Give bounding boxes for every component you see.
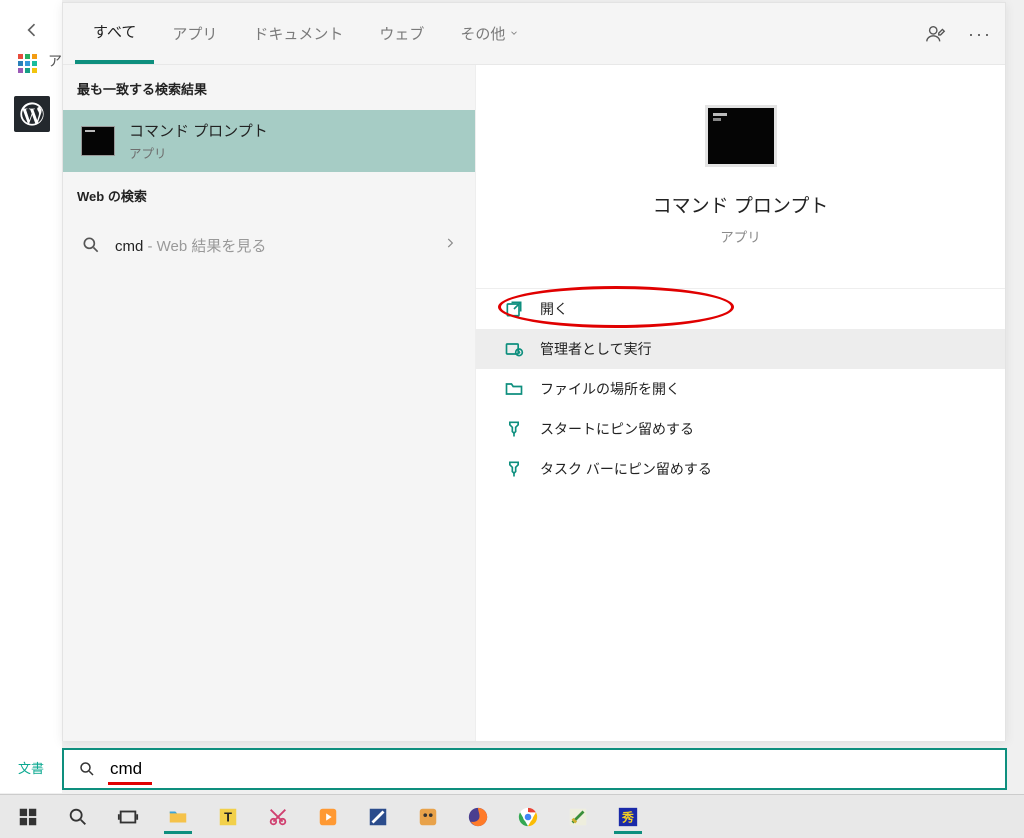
action-pin-to-taskbar[interactable]: タスク バーにピン留めする — [476, 449, 1005, 489]
action-run-as-admin-label: 管理者として実行 — [540, 339, 652, 359]
pin-icon — [504, 419, 524, 439]
preview-column: コマンド プロンプト アプリ 開く 管理者として実行 — [475, 65, 1005, 741]
tab-docs-label: ドキュメント — [253, 23, 343, 44]
taskbar-search-icon[interactable] — [58, 800, 98, 834]
result-subtitle: アプリ — [129, 143, 268, 162]
hidemaru-icon[interactable]: 秀 — [608, 800, 648, 834]
preview-subtitle: アプリ — [720, 226, 761, 246]
web-search-header: Web の検索 — [63, 172, 475, 217]
chevron-right-icon — [443, 236, 457, 255]
search-icon — [78, 760, 96, 778]
result-command-prompt[interactable]: コマンド プロンプト アプリ — [63, 110, 475, 172]
tab-apps[interactable]: アプリ — [154, 3, 235, 64]
task-view-icon[interactable] — [108, 800, 148, 834]
action-open-location-label: ファイルの場所を開く — [540, 379, 680, 399]
task-app-1-icon[interactable]: T — [208, 800, 248, 834]
tab-web[interactable]: ウェブ — [361, 3, 442, 64]
taskbar: T 秀 — [0, 794, 1024, 838]
media-player-icon[interactable] — [308, 800, 348, 834]
results-column: 最も一致する検索結果 コマンド プロンプト アプリ Web の検索 cmd - … — [63, 65, 475, 741]
chrome-icon[interactable] — [508, 800, 548, 834]
task-app-2-icon[interactable] — [408, 800, 448, 834]
more-options-icon[interactable]: ··· — [969, 23, 991, 45]
tab-all[interactable]: すべて — [75, 3, 154, 64]
search-panel: すべて アプリ ドキュメント ウェブ その他 ··· 最も一致する検索結果 コマ… — [62, 2, 1006, 741]
tab-documents[interactable]: ドキュメント — [235, 3, 361, 64]
background-docs-label: 文書 — [18, 758, 58, 777]
annotation-oval — [498, 286, 734, 328]
feedback-icon[interactable] — [925, 23, 947, 45]
folder-icon — [504, 379, 524, 399]
preview-app-icon — [705, 105, 777, 167]
tab-all-label: すべて — [93, 21, 136, 42]
task-app-3-icon[interactable] — [558, 800, 598, 834]
start-button[interactable] — [8, 800, 48, 834]
file-explorer-icon[interactable] — [158, 800, 198, 834]
tab-web-label: ウェブ — [379, 23, 424, 44]
pin-icon — [504, 459, 524, 479]
admin-icon — [504, 339, 524, 359]
web-result-query: cmd — [115, 238, 143, 255]
search-input[interactable] — [110, 759, 991, 779]
chevron-down-icon — [509, 25, 519, 42]
filter-tabs: すべて アプリ ドキュメント ウェブ その他 ··· — [63, 3, 1005, 65]
action-pin-taskbar-label: タスク バーにピン留めする — [540, 459, 712, 479]
back-button[interactable] — [20, 18, 44, 42]
apps-color-grid-icon[interactable] — [18, 54, 37, 73]
best-match-header: 最も一致する検索結果 — [63, 65, 475, 110]
search-box[interactable] — [62, 748, 1007, 790]
svg-text:T: T — [224, 809, 232, 824]
snip-tool-icon[interactable] — [258, 800, 298, 834]
action-open-file-location[interactable]: ファイルの場所を開く — [476, 369, 1005, 409]
search-icon — [81, 235, 101, 255]
web-result-hint: - Web 結果を見る — [143, 238, 266, 255]
result-title: コマンド プロンプト — [129, 120, 268, 141]
wordpress-icon[interactable] — [14, 96, 50, 132]
command-prompt-icon — [81, 126, 115, 156]
tab-apps-label: アプリ — [172, 23, 217, 44]
svg-text:秀: 秀 — [621, 810, 634, 824]
background-window-strip: ア — [0, 0, 62, 793]
paint-app-icon[interactable] — [358, 800, 398, 834]
preview-title: コマンド プロンプト — [653, 191, 829, 218]
annotation-underline — [108, 782, 152, 785]
firefox-icon[interactable] — [458, 800, 498, 834]
tab-more[interactable]: その他 — [442, 3, 537, 64]
partial-label: ア — [48, 51, 62, 71]
action-pin-start-label: スタートにピン留めする — [540, 419, 694, 439]
action-pin-to-start[interactable]: スタートにピン留めする — [476, 409, 1005, 449]
action-run-as-admin[interactable]: 管理者として実行 — [476, 329, 1005, 369]
result-web-cmd[interactable]: cmd - Web 結果を見る — [63, 217, 475, 273]
tab-more-label: その他 — [460, 23, 505, 44]
